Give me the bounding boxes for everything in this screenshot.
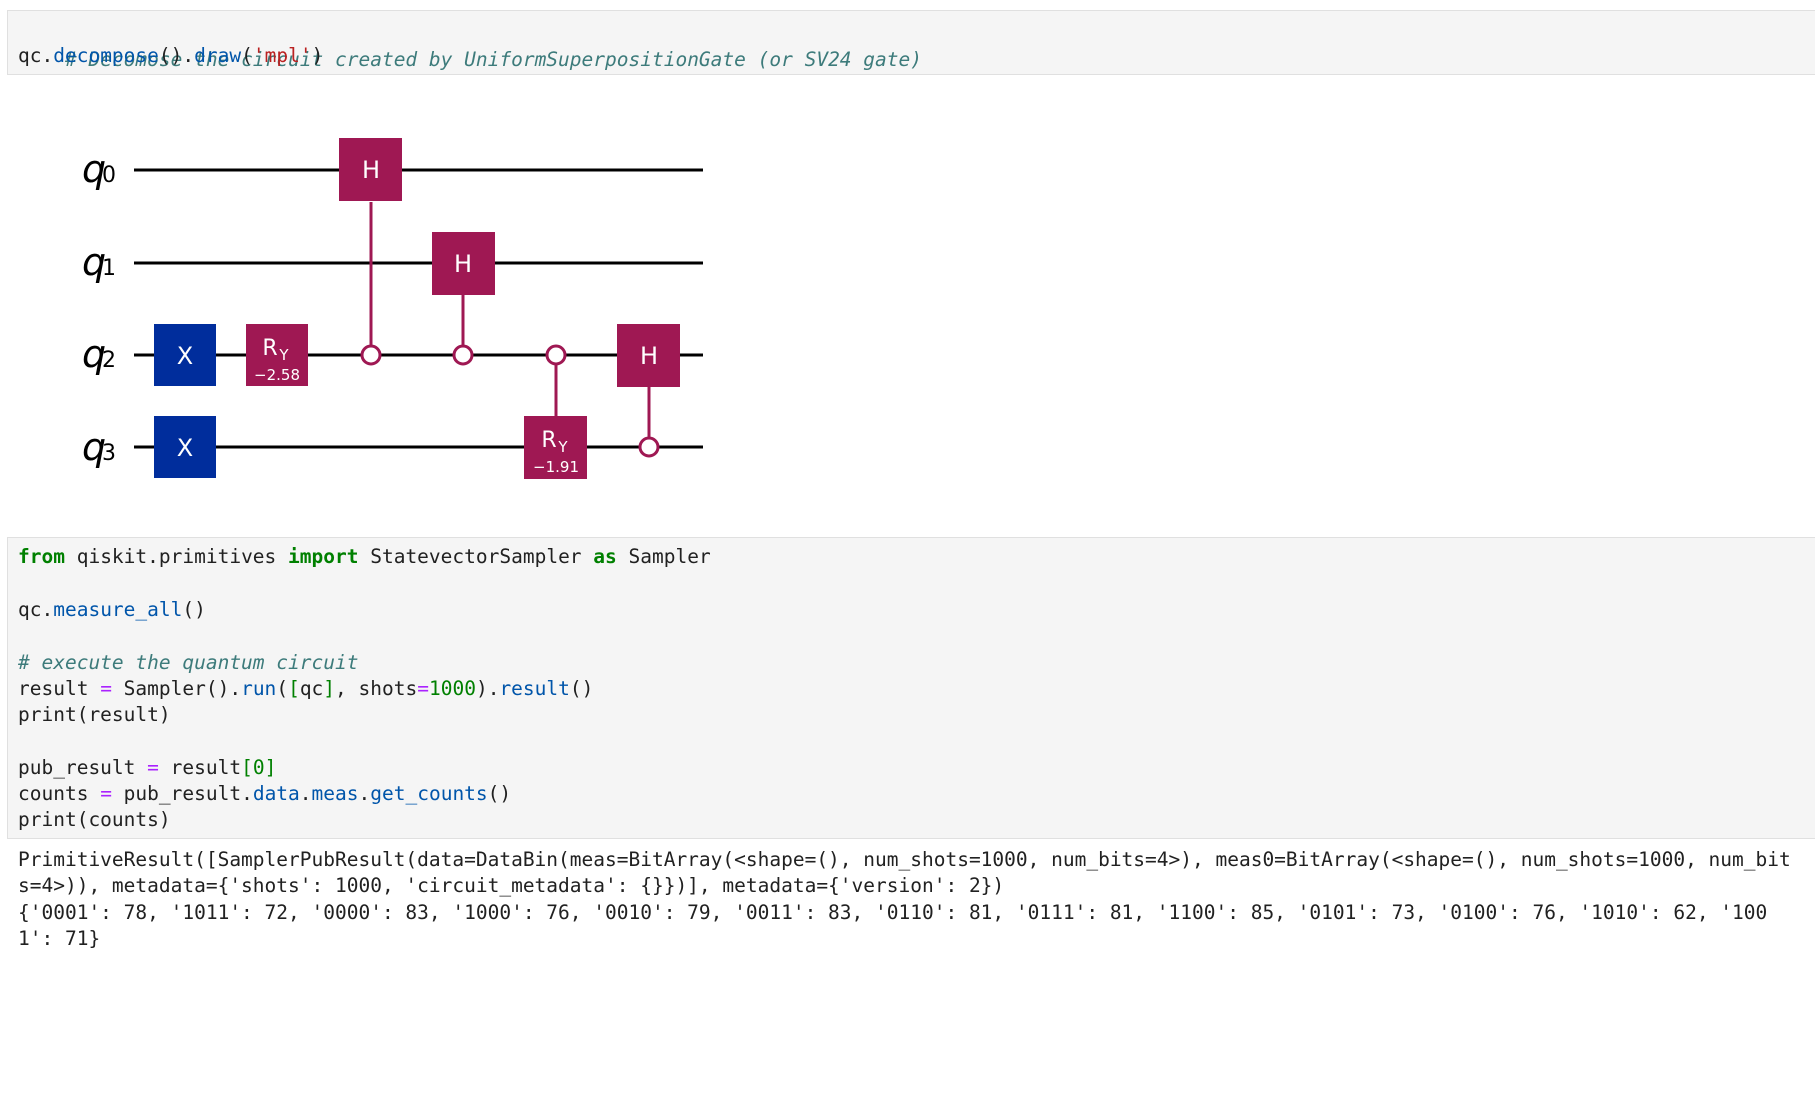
h-gate-q2: H xyxy=(617,324,680,387)
qubit-label-q1: q 1 xyxy=(82,240,116,284)
h-gate-q1: H xyxy=(432,232,495,295)
code-token: result xyxy=(499,677,570,700)
code-token: pub_result. xyxy=(111,782,253,805)
ry-gate-q2: R Y −2.58 xyxy=(246,324,308,386)
code-token: data xyxy=(252,782,300,805)
code-cell-decompose[interactable]: # Decomose the circuit created by Unifor… xyxy=(7,10,1815,75)
gate-label: H xyxy=(362,156,380,184)
code-token: [ xyxy=(288,677,300,700)
gate-param: −2.58 xyxy=(254,366,300,384)
code-token: () xyxy=(182,598,206,621)
h-gate-q0: H xyxy=(339,138,402,201)
gate-label: X xyxy=(177,342,193,370)
gate-label-sub: Y xyxy=(278,346,289,364)
gate-label: H xyxy=(454,250,472,278)
code-line: print(result) xyxy=(18,700,171,730)
code-token: qc. xyxy=(18,598,54,621)
open-control-dot xyxy=(452,344,474,366)
code-token: result xyxy=(158,756,242,779)
code-token: () xyxy=(569,677,594,700)
output-line: {'0001': 78, '1011': 72, '0000': 83, '10… xyxy=(18,901,1768,924)
code-token: draw xyxy=(194,44,242,67)
ry-gate-q3: R Y −1.91 xyxy=(524,416,587,479)
code-token: import xyxy=(288,545,359,568)
code-token: ( xyxy=(276,677,289,700)
code-line-draw: qc.decompose().draw('mpl') xyxy=(18,44,324,67)
qubit-label-sub: 0 xyxy=(102,163,116,188)
code-token: result xyxy=(18,677,101,700)
open-control-dot xyxy=(545,344,567,366)
code-token: counts xyxy=(18,782,101,805)
comment-text: # execute the quantum circuit xyxy=(18,651,359,674)
code-token: [ xyxy=(241,756,253,779)
code-token: meas xyxy=(311,782,359,805)
code-token: . xyxy=(299,782,312,805)
qubit-label-sub: 3 xyxy=(102,441,116,466)
circuit-diagram: q 0 q 1 q 2 q 3 X X R Y −2.58 H H R Y −1… xyxy=(82,138,703,479)
code-token: qc xyxy=(18,44,42,67)
code-cell-sampler[interactable]: from qiskit.primitives import Statevecto… xyxy=(7,537,1815,839)
open-control-dot xyxy=(638,436,660,458)
code-token: StatevectorSampler xyxy=(358,545,594,568)
code-token: qc xyxy=(299,677,324,700)
qubit-label-sub: 1 xyxy=(102,256,116,281)
code-token: get_counts xyxy=(370,782,488,805)
code-token: qiskit.primitives xyxy=(64,545,289,568)
code-token: print(result) xyxy=(18,703,171,726)
code-token: as xyxy=(593,545,617,568)
qubit-label-q2: q 2 xyxy=(82,332,116,376)
open-control-dot xyxy=(360,344,382,366)
qubit-label-sub: 2 xyxy=(102,348,116,373)
qubit-label-q0: q 0 xyxy=(82,147,116,191)
x-gate-q3: X xyxy=(154,416,216,478)
qubit-label-q3: q 3 xyxy=(82,425,116,469)
code-token: run xyxy=(241,677,277,700)
code-token: ] xyxy=(264,756,277,779)
code-token: Sampler(). xyxy=(111,677,242,700)
code-token: 'mpl' xyxy=(252,44,312,67)
gate-label: R xyxy=(541,428,556,453)
code-token: print(counts) xyxy=(18,808,171,831)
code-token: Sampler xyxy=(616,545,711,568)
x-gate-q2: X xyxy=(154,324,216,386)
output-line: 1': 71} xyxy=(18,927,101,950)
code-token: = xyxy=(417,677,429,700)
code-line: print(counts) xyxy=(18,805,171,835)
gate-label: X xyxy=(177,434,193,462)
gate-param: −1.91 xyxy=(533,458,579,476)
output-line: s=4>)), metadata={'shots': 1000, 'circui… xyxy=(18,874,1005,897)
gate-label: R xyxy=(262,336,277,361)
gate-label-sub: Y xyxy=(557,438,568,456)
code-token: ). xyxy=(475,677,500,700)
code-token: decompose xyxy=(53,44,159,67)
code-token: measure_all xyxy=(53,598,183,621)
code-line: from qiskit.primitives import Statevecto… xyxy=(18,542,711,572)
code-token: () xyxy=(487,782,512,805)
code-line: qc.measure_all() xyxy=(18,595,206,625)
code-token: = xyxy=(100,782,112,805)
code-token: , shots xyxy=(335,677,418,700)
code-token: = xyxy=(147,756,159,779)
code-token: = xyxy=(100,677,112,700)
code-token: ] xyxy=(323,677,336,700)
code-token: 0 xyxy=(252,756,265,779)
code-token: . xyxy=(358,782,371,805)
code-token: pub_result xyxy=(18,756,148,779)
code-token: from xyxy=(18,545,65,568)
code-token: 1000 xyxy=(428,677,476,700)
gate-label: H xyxy=(640,342,658,370)
